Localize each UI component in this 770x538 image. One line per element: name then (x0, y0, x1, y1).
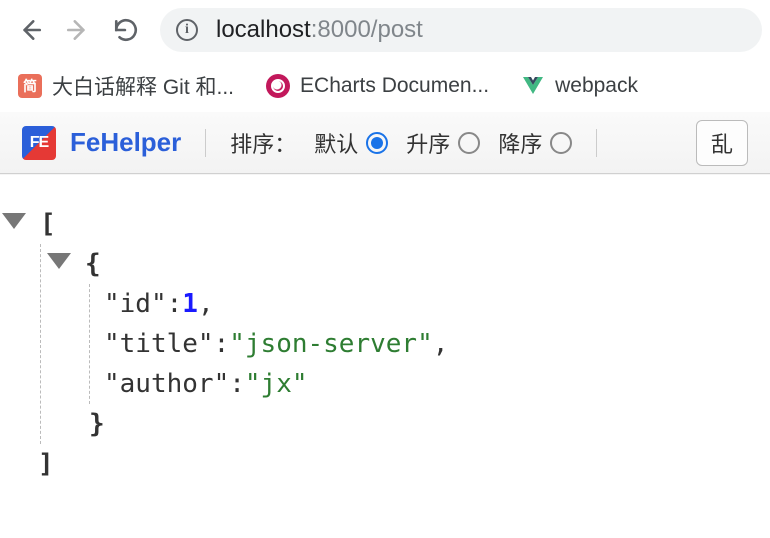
radio-label: 默认 (314, 127, 358, 159)
brace-open: { (85, 244, 101, 284)
radio-dot-icon (366, 132, 388, 154)
site-info-icon[interactable]: i (176, 19, 198, 41)
collapse-caret-icon[interactable] (47, 253, 71, 269)
bookmark-label: ECharts Documen... (300, 74, 489, 98)
json-trail: , (433, 324, 449, 364)
bookmarks-bar: 简 大白话解释 Git 和... ECharts Documen... webp… (0, 60, 770, 112)
json-sep: : (229, 364, 245, 404)
sort-label: 排序： (230, 127, 296, 159)
json-key: "author" (104, 364, 229, 404)
json-value-string: "json-server" (229, 324, 433, 364)
fehelper-action-button[interactable]: 乱 (696, 120, 748, 166)
bookmark-item[interactable]: 简 大白话解释 Git 和... (18, 71, 234, 101)
collapse-caret-icon[interactable] (2, 213, 26, 229)
json-value-number: 1 (182, 284, 198, 324)
json-trail: , (198, 284, 214, 324)
separator (596, 129, 597, 157)
json-line[interactable]: [ (0, 204, 770, 244)
favicon-echarts-icon (266, 74, 290, 98)
json-sep: : (214, 324, 230, 364)
json-value-string: "jx" (245, 364, 308, 404)
browser-nav-row: i localhost:8000/post (0, 0, 770, 60)
reload-icon (113, 17, 139, 43)
favicon-jianshu-icon: 简 (18, 74, 42, 98)
json-kv-row[interactable]: "id": 1, (90, 284, 770, 324)
brace-close: } (89, 404, 105, 444)
arrow-right-icon (65, 17, 91, 43)
json-viewer: [ { "id": 1, "title": "json-server", "au… (0, 174, 770, 484)
sort-radio-asc[interactable]: 升序 (406, 127, 480, 159)
json-key: "id" (104, 284, 167, 324)
fehelper-logo-icon: FE (22, 126, 56, 160)
url-port: :8000 (311, 16, 371, 44)
bookmark-label: 大白话解释 Git 和... (52, 71, 234, 101)
favicon-vue-icon (521, 74, 545, 98)
sort-radio-desc[interactable]: 降序 (498, 127, 572, 159)
json-object-body: "id": 1, "title": "json-server", "author… (89, 284, 770, 404)
url-host: localhost (216, 16, 311, 44)
back-button[interactable] (8, 8, 52, 52)
url-path: /post (371, 16, 423, 44)
radio-dot-icon (550, 132, 572, 154)
bookmark-item[interactable]: ECharts Documen... (266, 74, 489, 98)
sort-radiogroup: 排序： 默认 升序 降序 (230, 127, 572, 159)
json-line[interactable]: ] (0, 444, 770, 484)
sort-radio-default[interactable]: 默认 (314, 127, 388, 159)
bracket-open: [ (40, 204, 56, 244)
bookmark-label: webpack (555, 74, 638, 98)
json-array-body: { "id": 1, "title": "json-server", "auth… (40, 244, 770, 444)
json-sep: : (167, 284, 183, 324)
forward-button[interactable] (56, 8, 100, 52)
bookmark-item[interactable]: webpack (521, 74, 638, 98)
bracket-close: ] (38, 444, 54, 484)
address-bar[interactable]: i localhost:8000/post (160, 8, 762, 52)
radio-dot-icon (458, 132, 480, 154)
json-line[interactable]: } (41, 404, 770, 444)
json-kv-row[interactable]: "author": "jx" (90, 364, 770, 404)
json-key: "title" (104, 324, 214, 364)
json-kv-row[interactable]: "title": "json-server", (90, 324, 770, 364)
separator (205, 129, 206, 157)
json-line[interactable]: { (41, 244, 770, 284)
arrow-left-icon (17, 17, 43, 43)
radio-label: 升序 (406, 127, 450, 159)
fehelper-title: FeHelper (70, 127, 181, 158)
reload-button[interactable] (104, 8, 148, 52)
fehelper-toolbar: FE FeHelper 排序： 默认 升序 降序 乱 (0, 112, 770, 174)
radio-label: 降序 (498, 127, 542, 159)
